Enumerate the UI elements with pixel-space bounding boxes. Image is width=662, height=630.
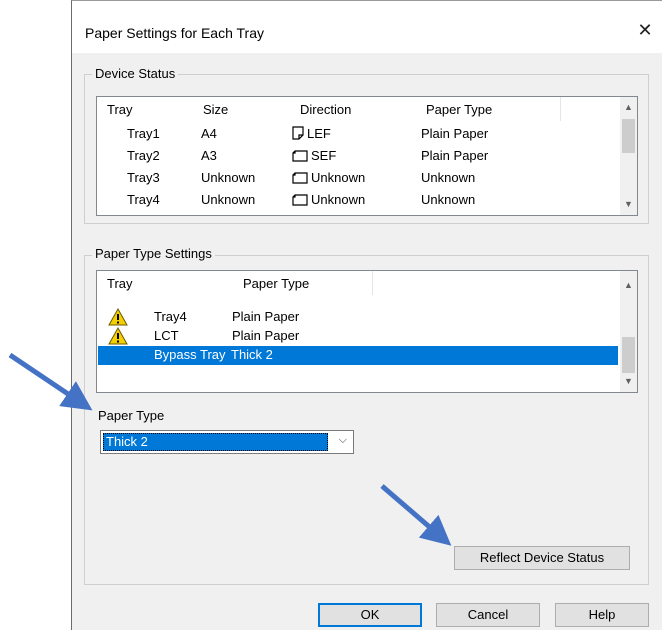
ok-button[interactable]: OK — [318, 603, 422, 627]
size-cell: Unknown — [201, 192, 256, 207]
column-header-size[interactable]: Size — [203, 97, 283, 121]
tray-cell: Tray3 — [127, 170, 160, 185]
size-cell: A4 — [201, 126, 217, 141]
portrait-page-icon — [292, 126, 307, 141]
chevron-down-icon[interactable]: ⌵ — [339, 434, 347, 447]
scroll-down-icon[interactable]: ▼ — [620, 373, 637, 390]
annotation-arrow-paper-type — [8, 352, 93, 411]
direction-cell: LEF — [292, 126, 331, 141]
scroll-thumb[interactable] — [622, 337, 635, 373]
landscape-page-icon — [292, 148, 311, 163]
direction-cell: Unknown — [292, 192, 365, 207]
tray-cell: Tray4 — [127, 192, 160, 207]
direction-cell: Unknown — [292, 170, 365, 185]
tray-cell: LCT — [154, 328, 179, 343]
tray-cell: Tray4 — [154, 309, 187, 324]
warning-icon — [108, 326, 128, 345]
column-header-direction[interactable]: Direction — [300, 97, 410, 121]
direction-label: Unknown — [311, 170, 366, 185]
dialog-title: Paper Settings for Each Tray — [85, 25, 264, 41]
device-status-scrollbar[interactable]: ▲ ▼ — [620, 97, 637, 215]
paper-type-cell: Unknown — [421, 170, 476, 185]
landscape-page-icon — [292, 192, 311, 207]
reflect-device-status-button[interactable]: Reflect Device Status — [454, 546, 630, 570]
column-header-tray[interactable]: Tray — [107, 97, 197, 121]
tray-cell: Tray2 — [127, 148, 160, 163]
device-status-header: Tray Size Direction Paper Type — [97, 97, 619, 121]
direction-label: LEF — [307, 126, 331, 141]
paper-type-scrollbar[interactable]: ▲ ▼ — [620, 271, 637, 392]
paper-type-cell: Plain Paper — [232, 309, 300, 324]
table-row[interactable]: Tray4 Unknown Unknown Unknown — [97, 192, 617, 212]
tray-cell: Tray1 — [127, 126, 160, 141]
device-status-list[interactable]: Tray Size Direction Paper Type Tray1 A4 LE… — [96, 96, 638, 216]
paper-type-header: Tray Paper Type — [97, 271, 619, 295]
scroll-down-icon[interactable]: ▼ — [620, 196, 637, 213]
table-row[interactable]: Tray3 Unknown Unknown Unknown — [97, 170, 617, 190]
tray-cell: Bypass Tray — [154, 347, 226, 362]
direction-label: SEF — [311, 148, 337, 163]
paper-type-select-value: Thick 2 — [103, 433, 328, 451]
direction-label: Unknown — [311, 192, 366, 207]
paper-type-select[interactable]: Thick 2 ⌵ — [100, 430, 354, 454]
paper-type-cell: Unknown — [421, 192, 476, 207]
list-item[interactable]: Tray4 Plain Paper — [98, 307, 618, 327]
paper-type-cell: Plain Paper — [421, 126, 489, 141]
table-row[interactable]: Tray2 A3 SEF Plain Paper — [97, 148, 617, 168]
scroll-up-icon[interactable]: ▲ — [620, 277, 637, 294]
paper-type-list[interactable]: Tray Paper Type Tray4 Plain Paper LCT Plain… — [96, 270, 638, 393]
column-header-paper-type[interactable]: Paper Type — [426, 97, 561, 121]
close-icon[interactable]: ✕ — [634, 19, 656, 41]
warning-icon — [108, 307, 128, 326]
table-row[interactable]: Tray1 A4 LEF Plain Paper — [97, 126, 617, 146]
column-header-tray[interactable]: Tray — [107, 271, 227, 295]
scroll-thumb[interactable] — [622, 119, 635, 153]
list-item[interactable]: Bypass Tray Thick 2 — [98, 346, 618, 365]
size-cell: Unknown — [201, 170, 256, 185]
paper-type-cell: Thick 2 — [231, 347, 273, 362]
paper-type-settings-group-label: Paper Type Settings — [92, 246, 215, 261]
help-button[interactable]: Help — [555, 603, 649, 627]
list-item[interactable]: LCT Plain Paper — [98, 326, 618, 346]
paper-type-label: Paper Type — [98, 408, 165, 423]
cancel-button[interactable]: Cancel — [436, 603, 540, 627]
title-bar: Paper Settings for Each Tray ✕ — [72, 1, 662, 53]
direction-cell: SEF — [292, 148, 336, 163]
landscape-page-icon — [292, 170, 311, 185]
device-status-group-label: Device Status — [92, 66, 179, 81]
paper-type-cell: Plain Paper — [232, 328, 300, 343]
paper-type-cell: Plain Paper — [421, 148, 489, 163]
column-header-paper-type[interactable]: Paper Type — [243, 271, 373, 295]
size-cell: A3 — [201, 148, 217, 163]
scroll-up-icon[interactable]: ▲ — [620, 99, 637, 116]
